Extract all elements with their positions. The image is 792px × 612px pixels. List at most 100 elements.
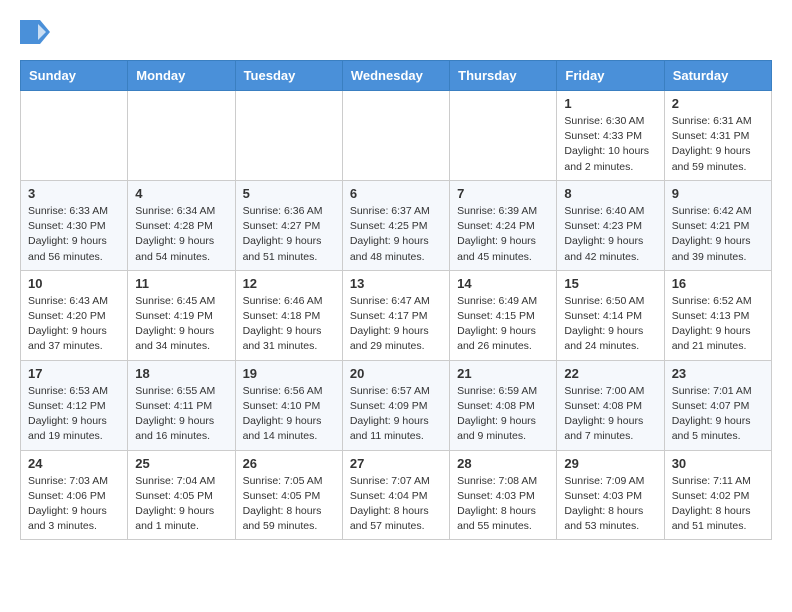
day-number: 27 [350, 456, 442, 471]
day-info: Sunrise: 6:47 AM Sunset: 4:17 PM Dayligh… [350, 294, 442, 355]
day-info: Sunrise: 6:34 AM Sunset: 4:28 PM Dayligh… [135, 204, 227, 265]
calendar-cell: 9 Sunrise: 6:42 AM Sunset: 4:21 PM Daylig… [664, 180, 771, 270]
day-info: Sunrise: 7:03 AM Sunset: 4:06 PM Dayligh… [28, 474, 120, 535]
day-info: Sunrise: 6:45 AM Sunset: 4:19 PM Dayligh… [135, 294, 227, 355]
day-number: 30 [672, 456, 764, 471]
calendar-cell: 3 Sunrise: 6:33 AM Sunset: 4:30 PM Daylig… [21, 180, 128, 270]
day-number: 22 [564, 366, 656, 381]
day-info: Sunrise: 6:57 AM Sunset: 4:09 PM Dayligh… [350, 384, 442, 445]
calendar-cell: 27 Sunrise: 7:07 AM Sunset: 4:04 PM Dayli… [342, 450, 449, 540]
calendar-cell: 26 Sunrise: 7:05 AM Sunset: 4:05 PM Dayli… [235, 450, 342, 540]
calendar-cell: 12Sunrise: 6:46 AM Sunset: 4:18 PM Dayli… [235, 270, 342, 360]
calendar-cell: 5 Sunrise: 6:36 AM Sunset: 4:27 PM Daylig… [235, 180, 342, 270]
calendar-week-row: 17Sunrise: 6:53 AM Sunset: 4:12 PM Dayli… [21, 360, 772, 450]
day-info: Sunrise: 7:09 AM Sunset: 4:03 PM Dayligh… [564, 474, 656, 535]
weekday-header: Tuesday [235, 61, 342, 91]
calendar-cell: 19 Sunrise: 6:56 AM Sunset: 4:10 PM Dayli… [235, 360, 342, 450]
day-info: Sunrise: 6:40 AM Sunset: 4:23 PM Dayligh… [564, 204, 656, 265]
calendar-cell [342, 91, 449, 181]
calendar-cell: 13 Sunrise: 6:47 AM Sunset: 4:17 PM Dayli… [342, 270, 449, 360]
calendar-cell: 24 Sunrise: 7:03 AM Sunset: 4:06 PM Dayli… [21, 450, 128, 540]
day-info: Sunrise: 7:05 AM Sunset: 4:05 PM Dayligh… [243, 474, 335, 535]
day-number: 28 [457, 456, 549, 471]
weekday-header: Sunday [21, 61, 128, 91]
day-number: 19 [243, 366, 335, 381]
day-number: 9 [672, 186, 764, 201]
calendar-week-row: 24 Sunrise: 7:03 AM Sunset: 4:06 PM Dayli… [21, 450, 772, 540]
calendar-cell: 16 Sunrise: 6:52 AM Sunset: 4:13 PM Dayli… [664, 270, 771, 360]
day-info: Sunrise: 6:37 AM Sunset: 4:25 PM Dayligh… [350, 204, 442, 265]
day-number: 2 [672, 96, 764, 111]
calendar-cell [128, 91, 235, 181]
calendar-header-row: SundayMondayTuesdayWednesdayThursdayFrid… [21, 61, 772, 91]
day-info: Sunrise: 7:00 AM Sunset: 4:08 PM Dayligh… [564, 384, 656, 445]
day-info: Sunrise: 7:07 AM Sunset: 4:04 PM Dayligh… [350, 474, 442, 535]
calendar-cell: 8 Sunrise: 6:40 AM Sunset: 4:23 PM Daylig… [557, 180, 664, 270]
calendar-cell: 20 Sunrise: 6:57 AM Sunset: 4:09 PM Dayli… [342, 360, 449, 450]
day-number: 13 [350, 276, 442, 291]
day-info: Sunrise: 6:43 AM Sunset: 4:20 PM Dayligh… [28, 294, 120, 355]
weekday-header: Saturday [664, 61, 771, 91]
calendar-cell: 6 Sunrise: 6:37 AM Sunset: 4:25 PM Daylig… [342, 180, 449, 270]
day-number: 17 [28, 366, 120, 381]
day-info: Sunrise: 7:01 AM Sunset: 4:07 PM Dayligh… [672, 384, 764, 445]
day-number: 3 [28, 186, 120, 201]
calendar-cell [235, 91, 342, 181]
calendar-table: SundayMondayTuesdayWednesdayThursdayFrid… [20, 60, 772, 540]
day-info: Sunrise: 6:30 AM Sunset: 4:33 PM Dayligh… [564, 114, 656, 175]
day-info: Sunrise: 6:59 AM Sunset: 4:08 PM Dayligh… [457, 384, 549, 445]
day-info: Sunrise: 7:11 AM Sunset: 4:02 PM Dayligh… [672, 474, 764, 535]
weekday-header: Wednesday [342, 61, 449, 91]
calendar-week-row: 10Sunrise: 6:43 AM Sunset: 4:20 PM Dayli… [21, 270, 772, 360]
day-info: Sunrise: 6:50 AM Sunset: 4:14 PM Dayligh… [564, 294, 656, 355]
calendar-cell: 21 Sunrise: 6:59 AM Sunset: 4:08 PM Dayli… [450, 360, 557, 450]
day-number: 7 [457, 186, 549, 201]
day-info: Sunrise: 6:56 AM Sunset: 4:10 PM Dayligh… [243, 384, 335, 445]
calendar-cell: 7Sunrise: 6:39 AM Sunset: 4:24 PM Daylig… [450, 180, 557, 270]
day-number: 16 [672, 276, 764, 291]
day-info: Sunrise: 6:33 AM Sunset: 4:30 PM Dayligh… [28, 204, 120, 265]
day-number: 20 [350, 366, 442, 381]
calendar-cell: 28 Sunrise: 7:08 AM Sunset: 4:03 PM Dayli… [450, 450, 557, 540]
calendar-cell: 17Sunrise: 6:53 AM Sunset: 4:12 PM Dayli… [21, 360, 128, 450]
calendar-cell: 10Sunrise: 6:43 AM Sunset: 4:20 PM Dayli… [21, 270, 128, 360]
calendar-cell: 18 Sunrise: 6:55 AM Sunset: 4:11 PM Dayli… [128, 360, 235, 450]
logo-icon [20, 20, 50, 44]
day-number: 6 [350, 186, 442, 201]
day-number: 8 [564, 186, 656, 201]
day-number: 12 [243, 276, 335, 291]
day-number: 15 [564, 276, 656, 291]
weekday-header: Friday [557, 61, 664, 91]
day-number: 21 [457, 366, 549, 381]
calendar-week-row: 3 Sunrise: 6:33 AM Sunset: 4:30 PM Daylig… [21, 180, 772, 270]
calendar-cell: 29 Sunrise: 7:09 AM Sunset: 4:03 PM Dayli… [557, 450, 664, 540]
calendar-cell: 30 Sunrise: 7:11 AM Sunset: 4:02 PM Dayli… [664, 450, 771, 540]
page-header [20, 20, 772, 44]
calendar-cell: 25Sunrise: 7:04 AM Sunset: 4:05 PM Dayli… [128, 450, 235, 540]
day-info: Sunrise: 6:42 AM Sunset: 4:21 PM Dayligh… [672, 204, 764, 265]
calendar-cell: 14Sunrise: 6:49 AM Sunset: 4:15 PM Dayli… [450, 270, 557, 360]
day-info: Sunrise: 6:52 AM Sunset: 4:13 PM Dayligh… [672, 294, 764, 355]
day-info: Sunrise: 7:08 AM Sunset: 4:03 PM Dayligh… [457, 474, 549, 535]
day-number: 26 [243, 456, 335, 471]
calendar-cell: 22 Sunrise: 7:00 AM Sunset: 4:08 PM Dayli… [557, 360, 664, 450]
day-info: Sunrise: 6:31 AM Sunset: 4:31 PM Dayligh… [672, 114, 764, 175]
day-number: 1 [564, 96, 656, 111]
day-info: Sunrise: 7:04 AM Sunset: 4:05 PM Dayligh… [135, 474, 227, 535]
day-number: 24 [28, 456, 120, 471]
weekday-header: Thursday [450, 61, 557, 91]
day-number: 11 [135, 276, 227, 291]
logo [20, 20, 56, 44]
day-number: 5 [243, 186, 335, 201]
calendar-cell: 11 Sunrise: 6:45 AM Sunset: 4:19 PM Dayli… [128, 270, 235, 360]
day-number: 18 [135, 366, 227, 381]
day-info: Sunrise: 6:36 AM Sunset: 4:27 PM Dayligh… [243, 204, 335, 265]
day-info: Sunrise: 6:55 AM Sunset: 4:11 PM Dayligh… [135, 384, 227, 445]
calendar-cell: 2 Sunrise: 6:31 AM Sunset: 4:31 PM Daylig… [664, 91, 771, 181]
day-number: 14 [457, 276, 549, 291]
calendar-cell: 15 Sunrise: 6:50 AM Sunset: 4:14 PM Dayli… [557, 270, 664, 360]
calendar-cell: 23Sunrise: 7:01 AM Sunset: 4:07 PM Dayli… [664, 360, 771, 450]
day-number: 29 [564, 456, 656, 471]
calendar-cell: 4 Sunrise: 6:34 AM Sunset: 4:28 PM Daylig… [128, 180, 235, 270]
day-number: 4 [135, 186, 227, 201]
